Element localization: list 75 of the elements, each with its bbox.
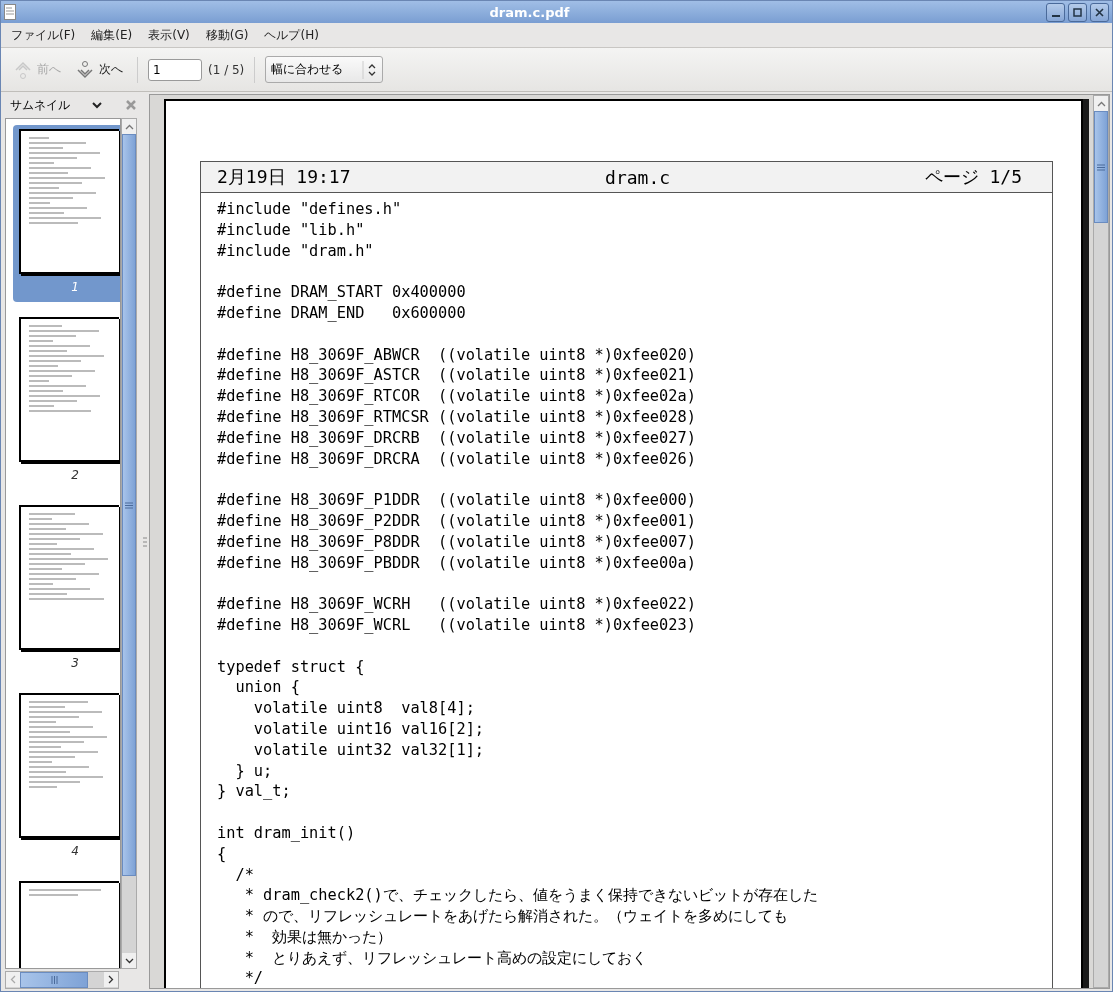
- down-arrow-icon: [75, 58, 95, 81]
- sidebar-title: サムネイル: [10, 96, 71, 114]
- code-line: #define DRAM_END 0x600000: [217, 303, 467, 324]
- page-thumbnail[interactable]: 3: [13, 501, 120, 678]
- menu-item[interactable]: 編集(E): [85, 26, 139, 44]
- grip-icon: [125, 501, 133, 509]
- menu-item[interactable]: ヘルプ(H): [258, 26, 325, 44]
- scroll-right-icon[interactable]: [108, 975, 114, 984]
- code-line: * dram_check2()で、チェックしたら、値をうまく保持できないビットが存在した: [243, 885, 819, 907]
- code-line: #define H8_3069F_PBDDR ((volatile uint8 *)0xfee00a): [217, 552, 697, 574]
- maximize-button[interactable]: [1068, 2, 1087, 22]
- code-line: } val_t;: [217, 781, 292, 803]
- code-line: */: [243, 968, 265, 988]
- menu-item[interactable]: ファイル(F): [5, 26, 82, 44]
- page-number: 4: [70, 844, 80, 858]
- code-line: } u;: [234, 760, 274, 782]
- code-line: #define DRAM_START 0x400000: [217, 282, 467, 303]
- scroll-left-icon[interactable]: [10, 975, 16, 984]
- page-thumbnail[interactable]: 2: [13, 313, 120, 490]
- header-date: 2月19日 19:17: [217, 165, 351, 189]
- code-line: int dram_init(): [217, 822, 357, 844]
- minimize-button[interactable]: [1046, 2, 1065, 22]
- code-line: #define H8_3069F_ABWCR ((volatile uint8 *)0xfee020): [217, 344, 697, 366]
- code-line: * ので、リフレッシュレートをあげたら解消された。（ウェイトを多めにしても: [243, 906, 790, 927]
- splitter-handle-icon[interactable]: [143, 535, 147, 548]
- code-line: #define H8_3069F_P8DDR ((volatile uint8 *)0xfee007): [217, 531, 697, 553]
- code-line: typedef struct {: [217, 656, 366, 678]
- close-icon[interactable]: [125, 99, 137, 111]
- window-title: dram.c.pdf: [488, 4, 571, 20]
- close-icon: [1095, 7, 1104, 17]
- page-number-field[interactable]: 1: [148, 58, 202, 81]
- page-number: 1: [70, 280, 80, 294]
- next-page-button[interactable]: 次へ: [71, 56, 127, 83]
- chevron-down-icon[interactable]: [91, 101, 103, 109]
- code-line: #define H8_3069F_P1DDR ((volatile uint8 *)0xfee000): [217, 490, 697, 511]
- code-line: /*: [234, 864, 255, 886]
- maximize-icon: [1073, 7, 1082, 17]
- code-line: * とりあえず、リフレッシュレート高めの設定にしておく: [243, 947, 649, 969]
- code-line: #define H8_3069F_WCRH ((volatile uint8 *)0xfee022): [217, 594, 697, 615]
- code-line: #include "lib.h": [217, 219, 366, 241]
- page-thumbnail[interactable]: 4: [13, 689, 120, 866]
- menu-item[interactable]: 表示(V): [142, 26, 196, 44]
- header-filename: dram.c: [605, 166, 671, 188]
- zoom-dropdown[interactable]: 幅に合わせる: [265, 56, 384, 83]
- code-line: {: [217, 843, 228, 865]
- scroll-up-icon[interactable]: [1096, 100, 1106, 107]
- horizontal-scrollbar[interactable]: [5, 971, 119, 989]
- page-number: 2: [70, 468, 80, 482]
- code-line: #include "defines.h": [217, 199, 403, 220]
- close-button[interactable]: [1090, 2, 1109, 22]
- code-line: #define H8_3069F_RTMCSR ((volatile uint8 *)0xfee028): [217, 406, 697, 428]
- grip-icon: [1097, 163, 1105, 171]
- code-line: #define H8_3069F_RTCOR ((volatile uint8 *)0xfee02a): [217, 386, 697, 407]
- code-line: #define H8_3069F_WCRL ((volatile uint8 *)0xfee023): [217, 614, 697, 636]
- document-icon: [4, 4, 16, 20]
- code-line: volatile uint32 val32[1];: [252, 739, 486, 761]
- code-line: #define H8_3069F_P2DDR ((volatile uint8 *)0xfee001): [217, 510, 697, 532]
- vertical-scrollbar[interactable]: [1093, 95, 1109, 988]
- menu-item[interactable]: 移動(G): [199, 26, 255, 44]
- code-line: #define H8_3069F_ASTCR ((volatile uint8 *)0xfee021): [217, 365, 697, 387]
- scroll-up-icon[interactable]: [124, 123, 134, 130]
- code-line: #include "dram.h": [217, 240, 375, 262]
- code-line: volatile uint16 val16[2];: [252, 718, 486, 740]
- code-line: * 効果は無かった）: [243, 926, 394, 948]
- minimize-icon: [1051, 14, 1060, 17]
- page-number: 3: [70, 656, 80, 670]
- page-count: (1 / 5): [208, 62, 245, 77]
- vertical-scrollbar[interactable]: [121, 118, 137, 969]
- grip-icon: [50, 976, 58, 984]
- code-line: volatile uint8 val8[4];: [252, 698, 476, 719]
- code-line: union {: [234, 677, 301, 699]
- scroll-down-icon[interactable]: [124, 957, 134, 964]
- header-page-number: ページ 1/5: [924, 165, 1022, 189]
- code-line: #define H8_3069F_DRCRA ((volatile uint8 *)0xfee026): [217, 448, 697, 470]
- code-line: #define H8_3069F_DRCRB ((volatile uint8 *)0xfee027): [217, 427, 697, 449]
